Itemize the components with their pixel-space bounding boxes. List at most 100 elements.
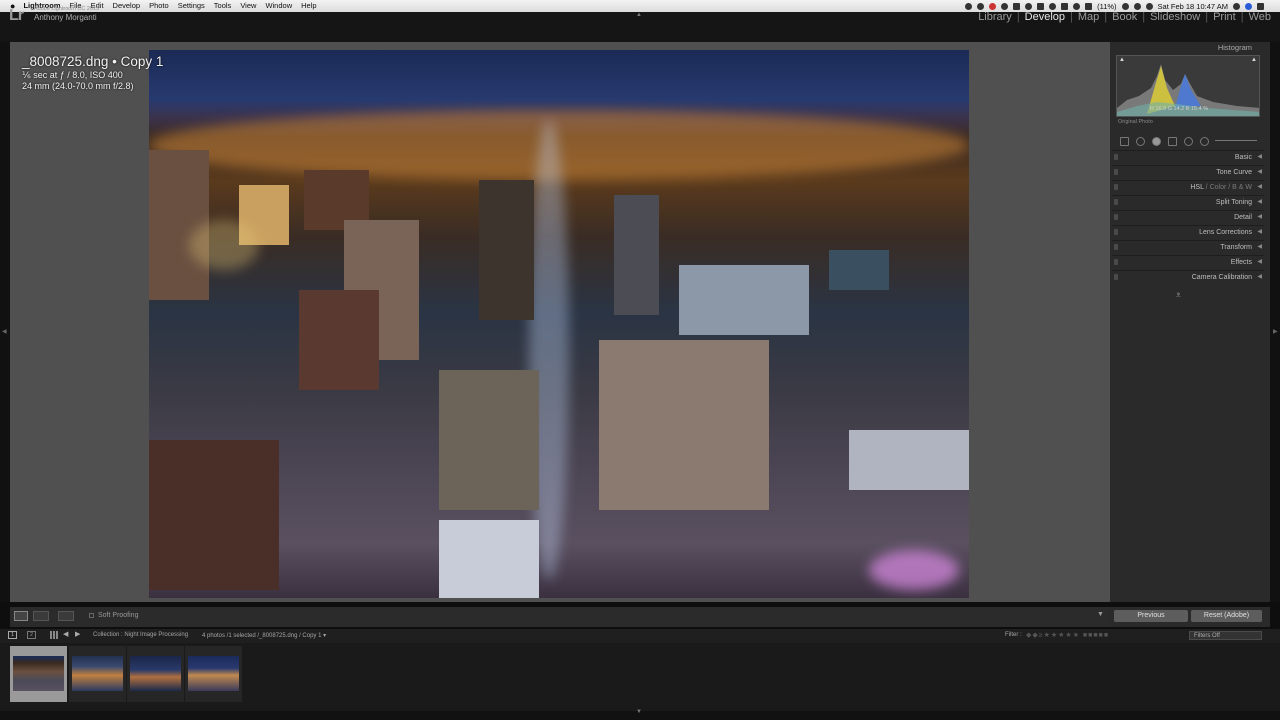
hsl-tab[interactable]: HSL	[1190, 184, 1203, 191]
panel-switch-icon[interactable]	[1114, 214, 1118, 220]
status-icon[interactable]	[1037, 2, 1045, 10]
notification-center-icon[interactable]	[1257, 2, 1264, 10]
forward-arrow-icon[interactable]: ▶	[75, 630, 80, 638]
panel-switch-icon[interactable]	[1114, 169, 1118, 175]
status-icon[interactable]	[1013, 2, 1021, 10]
filmstrip-thumbnail[interactable]	[127, 646, 184, 702]
panel-basic[interactable]: Basic ◀	[1112, 150, 1264, 164]
filmstrip-toggle-icon[interactable]: ▼	[636, 709, 642, 715]
right-panel-toggle-icon[interactable]: ▶	[1273, 328, 1278, 335]
panel-tone-curve[interactable]: Tone Curve ◀	[1112, 165, 1264, 179]
right-panel-edge[interactable]	[1270, 42, 1280, 602]
module-web[interactable]: Web	[1244, 11, 1276, 23]
wifi-icon[interactable]	[1121, 2, 1129, 10]
status-icon[interactable]	[989, 2, 997, 10]
previous-button[interactable]: Previous	[1114, 610, 1188, 622]
graduated-filter-icon[interactable]	[1168, 136, 1177, 146]
main-window-icon[interactable]: 1	[8, 631, 17, 639]
panel-detail[interactable]: Detail ◀	[1112, 210, 1264, 224]
color-tab[interactable]: Color	[1210, 184, 1227, 191]
panel-switch-icon[interactable]	[1114, 274, 1118, 280]
red-eye-icon[interactable]	[1152, 136, 1161, 146]
menu-develop[interactable]: Develop	[113, 0, 141, 12]
panel-hsl[interactable]: HSL / Color / B & W ◀	[1112, 180, 1264, 194]
left-panel-collapsed[interactable]	[0, 42, 10, 602]
module-print[interactable]: Print	[1208, 11, 1241, 23]
panel-switch-icon[interactable]	[1114, 229, 1118, 235]
develop-right-panel	[1110, 42, 1270, 602]
second-window-icon[interactable]: 2	[27, 631, 36, 639]
thumbnail-image	[72, 656, 123, 691]
menu-settings[interactable]: Settings	[178, 0, 205, 12]
left-panel-toggle-icon[interactable]: ◀	[2, 328, 7, 335]
filmstrip-count[interactable]: 4 photos /1 selected /_8008725.dng / Cop…	[202, 632, 326, 639]
panel-switch-icon[interactable]	[1114, 259, 1118, 265]
module-slideshow[interactable]: Slideshow	[1145, 11, 1205, 23]
panel-transform[interactable]: Transform ◀	[1112, 240, 1264, 254]
panel-camera-calibration[interactable]: Camera Calibration ◀	[1112, 270, 1264, 284]
menubar-clock[interactable]: Sat Feb 18 10:47 AM	[1158, 2, 1228, 11]
panel-lens-corrections[interactable]: Lens Corrections ◀	[1112, 225, 1264, 239]
panel-split-toning[interactable]: Split Toning ◀	[1112, 195, 1264, 209]
battery-icon[interactable]	[1085, 2, 1093, 10]
filmstrip-source[interactable]: Collection : Night Image Processing	[93, 632, 188, 638]
tool-overlay-slider[interactable]	[1215, 140, 1257, 141]
module-library[interactable]: Library	[973, 11, 1017, 23]
status-icon[interactable]	[1061, 2, 1069, 10]
adjustment-brush-icon[interactable]	[1200, 136, 1209, 146]
grid-view-icon[interactable]	[50, 631, 58, 639]
soft-proofing-label: Soft Proofing	[98, 612, 139, 619]
module-picker: Library | Develop | Map | Book | Slideshow | …	[973, 11, 1276, 23]
before-after-options-icon[interactable]	[58, 611, 74, 621]
status-icon[interactable]	[977, 2, 985, 10]
reset-button[interactable]: Reset (Adobe)	[1191, 610, 1262, 622]
highlight-clip-icon[interactable]: ▲	[1251, 57, 1257, 63]
thumbnail-image	[188, 656, 239, 691]
panel-effects-label: Effects	[1230, 259, 1252, 266]
histogram-label[interactable]: Histogram	[1110, 43, 1252, 52]
filter-label: Filter :	[1005, 632, 1022, 638]
menu-photo[interactable]: Photo	[149, 0, 169, 12]
menu-help[interactable]: Help	[301, 0, 316, 12]
user-icon[interactable]	[1145, 2, 1153, 10]
rating-filter-icon[interactable]: ◆◆≥★★★★★ ■■■■■	[1026, 631, 1109, 639]
top-panel-toggle-icon[interactable]: ▲	[636, 12, 642, 18]
develop-tool-strip	[1116, 134, 1262, 148]
volume-icon[interactable]	[1133, 2, 1141, 10]
status-icon[interactable]	[1025, 2, 1033, 10]
collapse-icon: ◀	[1257, 229, 1262, 235]
siri-icon[interactable]	[1245, 2, 1252, 10]
panel-switch-icon[interactable]	[1114, 199, 1118, 205]
before-after-view-icon[interactable]	[33, 611, 49, 621]
filmstrip-thumbnail[interactable]	[69, 646, 126, 702]
module-develop[interactable]: Develop	[1020, 11, 1070, 23]
status-icon[interactable]	[1049, 2, 1057, 10]
menu-window[interactable]: Window	[265, 0, 292, 12]
filmstrip-thumbnail[interactable]	[185, 646, 242, 702]
module-book[interactable]: Book	[1107, 11, 1142, 23]
status-icon[interactable]	[965, 2, 973, 10]
crop-tool-icon[interactable]	[1120, 136, 1129, 146]
panel-switch-icon[interactable]	[1114, 184, 1118, 190]
back-arrow-icon[interactable]: ◀	[63, 630, 68, 638]
original-photo-label[interactable]: Original Photo	[1118, 119, 1153, 125]
status-icon[interactable]	[1001, 2, 1009, 10]
filmstrip-thumbnail[interactable]	[10, 646, 67, 702]
status-icon[interactable]	[1073, 2, 1081, 10]
filters-off-select[interactable]: Filters Off	[1189, 631, 1262, 640]
loupe-view-icon[interactable]	[14, 611, 28, 621]
shadow-clip-icon[interactable]: ▲	[1119, 57, 1125, 63]
radial-filter-icon[interactable]	[1184, 136, 1193, 146]
toolbar-menu-icon[interactable]: ▼	[1097, 611, 1104, 618]
spotlight-icon[interactable]	[1233, 2, 1240, 10]
bw-tab[interactable]: B & W	[1232, 184, 1252, 191]
spot-removal-icon[interactable]	[1136, 136, 1145, 146]
menu-view[interactable]: View	[240, 0, 256, 12]
panel-effects[interactable]: Effects ◀	[1112, 255, 1264, 269]
module-map[interactable]: Map	[1073, 11, 1104, 23]
panel-switch-icon[interactable]	[1114, 154, 1118, 160]
menu-tools[interactable]: Tools	[214, 0, 232, 12]
panel-switch-icon[interactable]	[1114, 244, 1118, 250]
soft-proofing-checkbox[interactable]	[89, 613, 94, 618]
main-photo[interactable]	[149, 50, 969, 598]
